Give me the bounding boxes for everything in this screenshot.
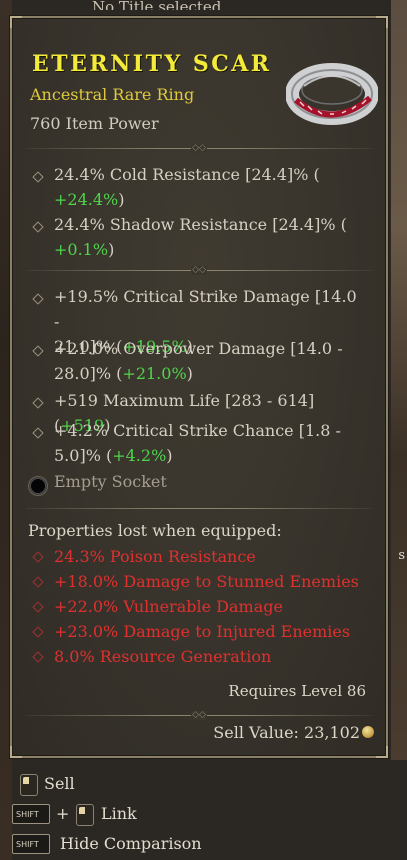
hide-comparison-hint[interactable]: Hide Comparison — [60, 834, 202, 853]
background-glyph: s — [398, 548, 405, 563]
section-divider: ◇◇ — [26, 266, 372, 275]
mouse-right-click-icon — [20, 774, 38, 796]
stat-bullet-icon — [32, 397, 44, 409]
required-level: Requires Level 86 — [228, 682, 366, 700]
lost-property: +22.0% Vulnerable Damage — [54, 597, 283, 616]
sell-hint[interactable]: Sell — [44, 774, 75, 793]
shift-key-icon: SHIFT — [12, 834, 50, 854]
corner-ornament — [376, 746, 388, 758]
plus-sign: + — [56, 804, 70, 823]
lost-bullet-icon — [32, 551, 44, 563]
stat-bullet-icon — [32, 293, 44, 305]
lost-bullet-icon — [32, 651, 44, 663]
stat-bullet-icon — [32, 171, 44, 183]
section-divider — [26, 504, 372, 513]
item-power: 760 Item Power — [30, 114, 159, 133]
lost-bullet-icon — [32, 601, 44, 613]
lost-property: +18.0% Damage to Stunned Enemies — [54, 572, 359, 591]
lost-property: 8.0% Resource Generation — [54, 647, 272, 666]
item-tooltip: ETERNITY SCAR Ancestral Rare Ring 760 It… — [10, 16, 388, 758]
empty-socket-icon — [28, 476, 48, 496]
corner-ornament — [10, 746, 22, 758]
lost-properties-title: Properties lost when equipped: — [28, 521, 282, 540]
lost-bullet-icon — [32, 576, 44, 588]
gold-coin-icon — [362, 726, 374, 738]
stat-bullet-icon — [32, 221, 44, 233]
section-divider: ◇◇ — [26, 711, 372, 720]
corner-ornament — [10, 16, 22, 28]
item-type: Ancestral Rare Ring — [30, 85, 195, 104]
link-hint[interactable]: Link — [101, 804, 137, 823]
implicit-stat: 24.4% Shadow Resistance [24.4]% ( +0.1%) — [54, 215, 347, 259]
shift-key-icon: SHIFT — [12, 804, 50, 824]
background-title-text: No Title selected — [92, 0, 222, 10]
lost-property: 24.3% Poison Resistance — [54, 547, 256, 566]
lost-bullet-icon — [32, 626, 44, 638]
item-name: ETERNITY SCAR — [32, 51, 272, 77]
stat-bullet-icon — [32, 345, 44, 357]
stat-bullet-icon — [32, 427, 44, 439]
ring-icon — [286, 63, 378, 125]
affix-stat: +21.0% Overpower Damage [14.0 - 28.0]% (… — [54, 339, 343, 383]
corner-ornament — [376, 16, 388, 28]
implicit-stat: 24.4% Cold Resistance [24.4]% ( +24.4%) — [54, 165, 320, 209]
sell-value: Sell Value: 23,102 — [213, 723, 360, 742]
affix-stat: +4.2% Critical Strike Chance [1.8 - 5.0]… — [54, 421, 341, 465]
socket-label: Empty Socket — [54, 472, 167, 491]
mouse-right-click-icon — [76, 804, 94, 826]
background-right — [391, 0, 407, 760]
section-divider: ◇◇ — [26, 144, 372, 153]
lost-property: +23.0% Damage to Injured Enemies — [54, 622, 351, 641]
